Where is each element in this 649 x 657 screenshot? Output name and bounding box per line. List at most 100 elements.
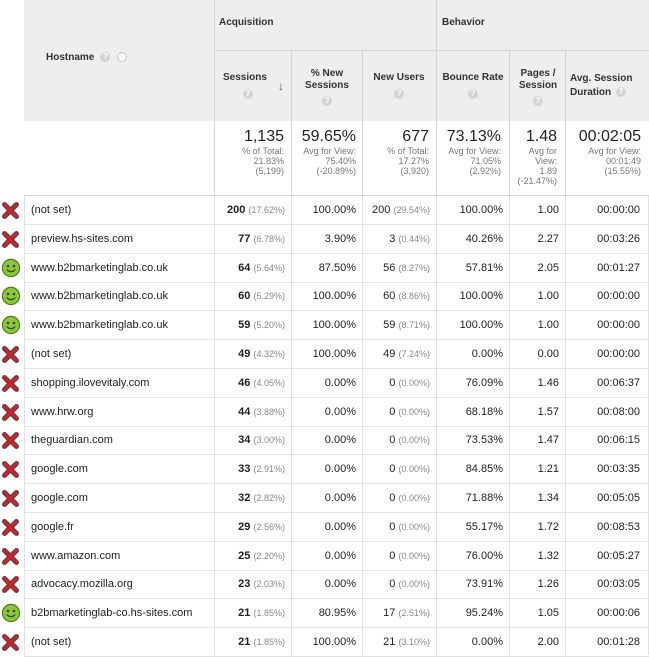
help-icon[interactable]: ?: [243, 89, 253, 100]
bounce-rate-value: 73.53%: [465, 434, 503, 447]
hostname-cell[interactable]: shopping.ilovevitaly.com: [24, 369, 214, 398]
hostname-text[interactable]: google.com: [31, 463, 88, 475]
total-pages-session-note: View:: [535, 156, 557, 166]
new-sessions-cell: 0.00%: [291, 542, 362, 571]
new-users-cell: 0 (0.00%): [362, 542, 436, 571]
new-users-percent: (0.00%): [398, 464, 430, 475]
hostname-cell[interactable]: preview.hs-sites.com: [24, 225, 214, 254]
bounce-rate-value: 40.26%: [465, 232, 503, 245]
status-x-icon-cell: [0, 570, 24, 599]
hostname-text[interactable]: b2bmarketinglab-co.hs-sites.com: [31, 607, 192, 619]
hostname-text[interactable]: www.b2bmarketinglab.co.uk: [31, 290, 168, 302]
pages-session-header-label: Pages / Session: [518, 68, 558, 91]
hostname-text[interactable]: shopping.ilovevitaly.com: [31, 377, 149, 389]
hostname-cell[interactable]: (not set): [24, 196, 214, 225]
sort-desc-arrow-icon[interactable]: ↓: [278, 79, 284, 93]
new-users-percent: (0.00%): [398, 521, 430, 532]
hostname-text[interactable]: (not set): [31, 348, 71, 360]
hostname-cell[interactable]: b2bmarketinglab-co.hs-sites.com: [24, 599, 214, 629]
sessions-cell: 200 (17.62%): [214, 196, 291, 225]
hostname-cell[interactable]: google.com: [24, 455, 214, 485]
avg-duration-value: 00:00:00: [597, 204, 640, 216]
avg-duration-cell: 00:08:53: [565, 513, 649, 542]
hostname-text[interactable]: google.fr: [31, 521, 74, 533]
hostname-cell[interactable]: google.fr: [24, 513, 214, 542]
hostname-cell[interactable]: www.b2bmarketinglab.co.uk: [24, 254, 214, 283]
column-header-new-users[interactable]: New Users ?: [362, 51, 436, 121]
hostname-text[interactable]: theguardian.com: [31, 434, 113, 446]
sessions-cell: 32 (2.82%): [214, 484, 291, 513]
new-users-value: 59: [383, 319, 396, 332]
status-x-icon-cell: [0, 426, 24, 455]
hostname-text[interactable]: preview.hs-sites.com: [31, 233, 133, 245]
help-icon[interactable]: ?: [394, 89, 404, 100]
help-icon[interactable]: ?: [322, 96, 332, 107]
new-users-percent: (29.54%): [393, 205, 430, 215]
hostname-text[interactable]: www.hrw.org: [31, 406, 93, 418]
help-icon[interactable]: ?: [468, 89, 478, 100]
avg-duration-cell: 00:03:35: [565, 455, 649, 485]
pages-session-cell: 1.00: [509, 311, 565, 341]
sessions-value: 21: [238, 636, 251, 648]
new-sessions-cell: 80.95%: [291, 599, 362, 629]
hostname-cell[interactable]: (not set): [24, 340, 214, 369]
new-users-value: 0: [389, 520, 396, 533]
avg-duration-value: 00:01:28: [597, 636, 640, 648]
new-users-percent: (8.71%): [398, 320, 430, 331]
sessions-cell: 60 (5.29%): [214, 282, 291, 312]
sessions-percent: (2.82%): [253, 493, 285, 503]
sessions-percent: (3.00%): [253, 435, 285, 446]
total-new-users-note: (3,920): [400, 166, 429, 176]
hostname-cell[interactable]: google.com: [24, 484, 214, 513]
table-row: theguardian.com 34 (3.00%) 0.00% 0 (0.00%) 7…: [0, 426, 649, 456]
column-header-avg-session-duration[interactable]: Avg. Session Duration ?: [565, 51, 649, 121]
new-sessions-cell: 0.00%: [291, 369, 362, 398]
new-users-cell: 0 (0.00%): [362, 484, 436, 513]
hostname-text[interactable]: www.amazon.com: [31, 550, 120, 562]
table-row: www.amazon.com 25 (2.20%) 0.00% 0 (0.00%) 76…: [0, 542, 649, 571]
hostname-text[interactable]: www.b2bmarketinglab.co.uk: [31, 262, 168, 274]
hostname-cell[interactable]: (not set): [24, 628, 214, 657]
new-sessions-value: 0.00%: [324, 492, 356, 504]
hostname-cell[interactable]: theguardian.com: [24, 426, 214, 456]
status-x-icon-cell: [0, 196, 24, 225]
column-header-hostname[interactable]: Hostname ?: [24, 0, 214, 121]
secondary-dimension-radio-icon[interactable]: [117, 52, 128, 63]
bounce-rate-cell: 0.00%: [436, 340, 509, 369]
column-header-new-sessions[interactable]: % New Sessions ?: [291, 51, 362, 121]
hostname-cell[interactable]: www.amazon.com: [24, 542, 214, 571]
bounce-rate-cell: 73.91%: [436, 570, 509, 600]
hostname-cell[interactable]: www.hrw.org: [24, 398, 214, 427]
new-sessions-cell: 100.00%: [291, 311, 362, 341]
hostname-text[interactable]: advocacy.mozilla.org: [31, 578, 133, 590]
column-header-sessions[interactable]: Sessions ↓ ?: [214, 51, 291, 121]
sessions-value: 46: [238, 376, 251, 389]
avg-duration-cell: 00:03:26: [565, 225, 649, 254]
bounce-rate-cell: 84.85%: [436, 455, 509, 485]
behavior-label: Behavior: [442, 17, 485, 28]
sessions-value: 200: [227, 204, 246, 216]
sessions-percent: (5.20%): [253, 320, 285, 331]
help-icon[interactable]: ?: [533, 96, 543, 107]
help-icon[interactable]: ?: [615, 87, 626, 98]
new-sessions-value: 100.00%: [312, 636, 356, 648]
hostname-cell[interactable]: advocacy.mozilla.org: [24, 570, 214, 600]
total-bounce-rate-note: Avg for View:: [448, 146, 501, 156]
status-x-icon-cell: [0, 484, 24, 513]
hostname-text[interactable]: (not set): [31, 204, 71, 216]
bounce-rate-value: 76.00%: [465, 549, 503, 562]
hostname-cell[interactable]: www.b2bmarketinglab.co.uk: [24, 282, 214, 312]
help-icon[interactable]: ?: [100, 52, 111, 63]
hostname-cell[interactable]: www.b2bmarketinglab.co.uk: [24, 311, 214, 341]
table-row: advocacy.mozilla.org 23 (2.03%) 0.00% 0 (0.…: [0, 570, 649, 600]
bounce-rate-value: 0.00%: [471, 636, 503, 648]
pages-session-cell: 1.46: [509, 369, 565, 398]
new-users-percent: (0.00%): [398, 493, 430, 503]
avg-duration-value: 00:00:00: [597, 348, 640, 360]
hostname-text[interactable]: google.com: [31, 492, 88, 504]
hostname-text[interactable]: www.b2bmarketinglab.co.uk: [31, 319, 168, 331]
hostname-text[interactable]: (not set): [31, 636, 71, 648]
avg-duration-cell: 00:08:00: [565, 398, 649, 427]
column-header-bounce-rate[interactable]: Bounce Rate ?: [436, 51, 509, 121]
column-header-pages-session[interactable]: Pages / Session ?: [509, 51, 565, 121]
